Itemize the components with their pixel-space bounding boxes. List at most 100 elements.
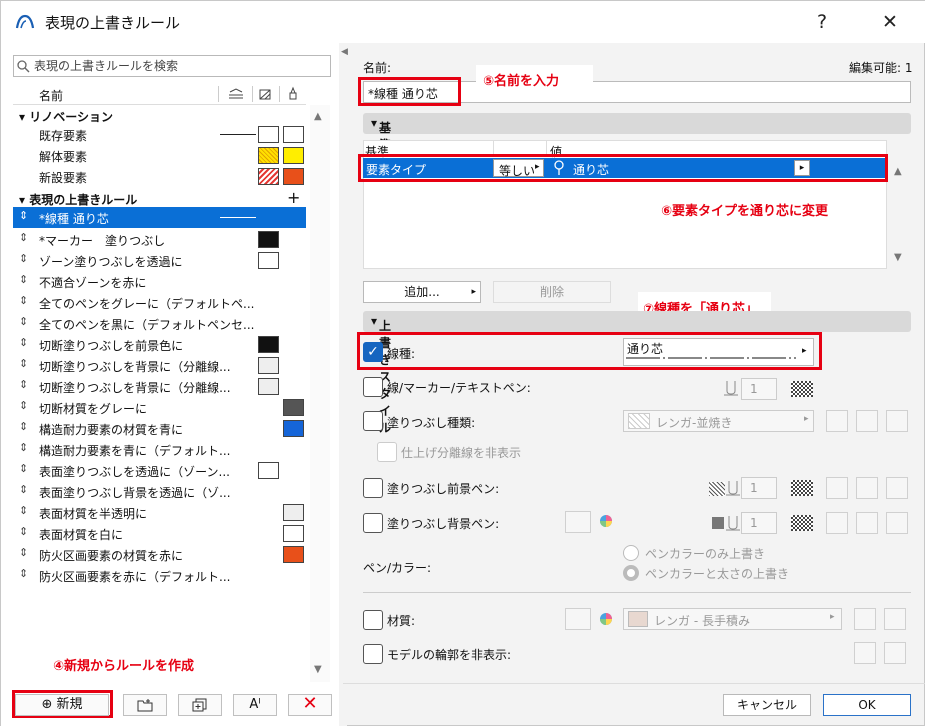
drag-handle-icon[interactable]: ⇕ [19, 294, 28, 307]
line-column-icon[interactable] [228, 88, 244, 100]
delete-criteria-button[interactable]: 削除 [493, 281, 611, 303]
drag-handle-icon[interactable]: ⇕ [19, 209, 28, 222]
drag-handle-icon[interactable]: ⇕ [19, 546, 28, 559]
color-wheel-icon[interactable] [599, 612, 613, 626]
radio-pen-color-only[interactable] [623, 545, 639, 561]
rule-item[interactable]: ⇕ 切断塗りつぶしを背景に（分離線... [13, 355, 306, 376]
collapse-arrow-icon[interactable]: ◀ [341, 47, 348, 57]
rule-item[interactable]: ⇕ 不適合ゾーンを赤に [13, 271, 306, 292]
new-folder-button[interactable] [123, 694, 167, 716]
drag-handle-icon[interactable]: ⇕ [19, 273, 28, 286]
fill-option-icon-2[interactable] [856, 410, 878, 432]
material-option-icon-2[interactable] [884, 608, 906, 630]
radio-pen-color-weight[interactable] [623, 565, 639, 581]
help-button[interactable]: ? [807, 9, 837, 35]
group-rules[interactable]: ▾ 表現の上書きルール + [13, 188, 306, 209]
scroll-up-icon[interactable]: ▲ [314, 111, 322, 122]
fill-type-dropdown[interactable]: レンガ-並焼き ▸ [623, 410, 814, 432]
renovation-item[interactable]: 新設要素 [13, 166, 306, 187]
rule-item[interactable]: ⇕ 防火区画要素を赤に（デフォルト... [13, 565, 306, 586]
renovation-item[interactable]: 解体要素 [13, 145, 306, 166]
drag-handle-icon[interactable]: ⇕ [19, 378, 28, 391]
close-button[interactable]: ✕ [875, 9, 905, 35]
panel-splitter[interactable] [339, 43, 347, 726]
rule-item[interactable]: ⇕ 切断塗りつぶしを背景に（分離線... [13, 376, 306, 397]
pen-color-swatch[interactable] [791, 381, 813, 397]
drag-handle-icon[interactable]: ⇕ [19, 567, 28, 580]
rename-button[interactable]: Aᴵ [233, 694, 277, 716]
rule-item[interactable]: ⇕ 切断塗りつぶしを前景色に [13, 334, 306, 355]
override-style-section-header[interactable]: ▾ 上書きスタイル [363, 311, 911, 435]
rule-item[interactable]: ⇕ 表面塗りつぶし背景を透過に（ゾ... [13, 481, 306, 502]
drag-handle-icon[interactable]: ⇕ [19, 336, 28, 349]
fill-bg-pen-number[interactable]: 1 [741, 512, 777, 534]
scroll-down-icon[interactable]: ▼ [894, 252, 902, 263]
fill-fg-color-swatch[interactable] [791, 480, 813, 496]
drag-handle-icon[interactable]: ⇕ [19, 252, 28, 265]
outline-option-icon-2[interactable] [884, 642, 906, 664]
rule-item[interactable]: ⇕ ゾーン塗りつぶしを透過に [13, 250, 306, 271]
fill-option-icon-3[interactable] [886, 410, 908, 432]
material-checkbox[interactable] [363, 610, 383, 630]
hide-finish-line-checkbox[interactable] [377, 442, 397, 462]
outline-option-icon-1[interactable] [854, 642, 876, 664]
renovation-item[interactable]: 既存要素 [13, 124, 306, 145]
group-renovation[interactable]: ▾ リノベーション [13, 105, 306, 126]
fill-bg-option-icon-1[interactable] [826, 512, 848, 534]
ok-button[interactable]: OK [823, 694, 911, 716]
rule-item[interactable]: ⇕ 構造耐力要素を青に（デフォルト... [13, 439, 306, 460]
material-column-icon[interactable] [285, 86, 301, 101]
delete-rule-button[interactable]: ✕ [288, 694, 332, 716]
fill-fg-pen-checkbox[interactable] [363, 478, 383, 498]
rules-scrollbar[interactable] [310, 105, 330, 682]
drag-handle-icon[interactable]: ⇕ [19, 504, 28, 517]
rule-item[interactable]: ⇕ 切断材質をグレーに [13, 397, 306, 418]
rule-item[interactable]: ⇕ 全てのペンをグレーに（デフォルトペ... [13, 292, 306, 313]
rule-search-input[interactable]: 表現の上書きルールを検索 [13, 55, 331, 77]
rule-item[interactable]: ⇕ 構造耐力要素の材質を青に [13, 418, 306, 439]
fill-option-icon-1[interactable] [826, 410, 848, 432]
hide-outline-checkbox[interactable] [363, 644, 383, 664]
drag-handle-icon[interactable]: ⇕ [19, 315, 28, 328]
fill-fg-option-icon-1[interactable] [826, 477, 848, 499]
rule-item[interactable]: ⇕ 表面材質を半透明に [13, 502, 306, 523]
criteria-section-header[interactable]: ▾ 基準 [363, 113, 911, 152]
drag-handle-icon[interactable]: ⇕ [19, 441, 28, 454]
drag-handle-icon[interactable]: ⇕ [19, 357, 28, 370]
fill-bg-pen-checkbox[interactable] [363, 513, 383, 533]
rule-item-selected[interactable]: ⇕ *線種 通り芯 [13, 207, 306, 228]
drag-handle-icon[interactable]: ⇕ [19, 483, 28, 496]
rule-item[interactable]: ⇕ 表面塗りつぶしを透過に（ゾーン... [13, 460, 306, 481]
rule-item[interactable]: ⇕ 防火区画要素の材質を赤に [13, 544, 306, 565]
material-brush-button[interactable] [565, 608, 591, 630]
material-option-icon-1[interactable] [854, 608, 876, 630]
drag-handle-icon[interactable]: ⇕ [19, 525, 28, 538]
fill-bg-option-icon-2[interactable] [856, 512, 878, 534]
rule-item[interactable]: ⇕ *マーカー 塗りつぶし [13, 229, 306, 250]
new-rule-button[interactable]: ⊕ 新規 [15, 694, 109, 716]
fill-bg-color-swatch[interactable] [791, 515, 813, 531]
line-pen-checkbox[interactable] [363, 377, 383, 397]
drag-handle-icon[interactable]: ⇕ [19, 231, 28, 244]
line-pen-number[interactable]: 1 [741, 378, 777, 400]
add-criteria-button[interactable]: 追加... ▸ [363, 281, 481, 303]
fill-fg-option-icon-3[interactable] [886, 477, 908, 499]
drag-handle-icon[interactable]: ⇕ [19, 462, 28, 475]
material-dropdown[interactable]: レンガ - 長手積み ▸ [623, 608, 842, 630]
drag-handle-icon[interactable]: ⇕ [19, 420, 28, 433]
color-wheel-icon[interactable] [599, 514, 613, 528]
drag-handle-icon[interactable]: ⇕ [19, 399, 28, 412]
scroll-down-icon[interactable]: ▼ [314, 664, 322, 675]
duplicate-button[interactable] [178, 694, 222, 716]
add-rule-icon[interactable]: + [287, 188, 300, 207]
fill-fg-pen-number[interactable]: 1 [741, 477, 777, 499]
fill-bg-option-icon-3[interactable] [886, 512, 908, 534]
bg-pen-button[interactable] [565, 511, 591, 533]
scroll-up-icon[interactable]: ▲ [894, 166, 902, 177]
fill-fg-option-icon-2[interactable] [856, 477, 878, 499]
fill-type-checkbox[interactable] [363, 411, 383, 431]
rule-item[interactable]: ⇕ 全てのペンを黒に（デフォルトペンセ... [13, 313, 306, 334]
cancel-button[interactable]: キャンセル [723, 694, 811, 716]
fill-column-icon[interactable] [258, 87, 274, 101]
rule-item[interactable]: ⇕ 表面材質を白に [13, 523, 306, 544]
